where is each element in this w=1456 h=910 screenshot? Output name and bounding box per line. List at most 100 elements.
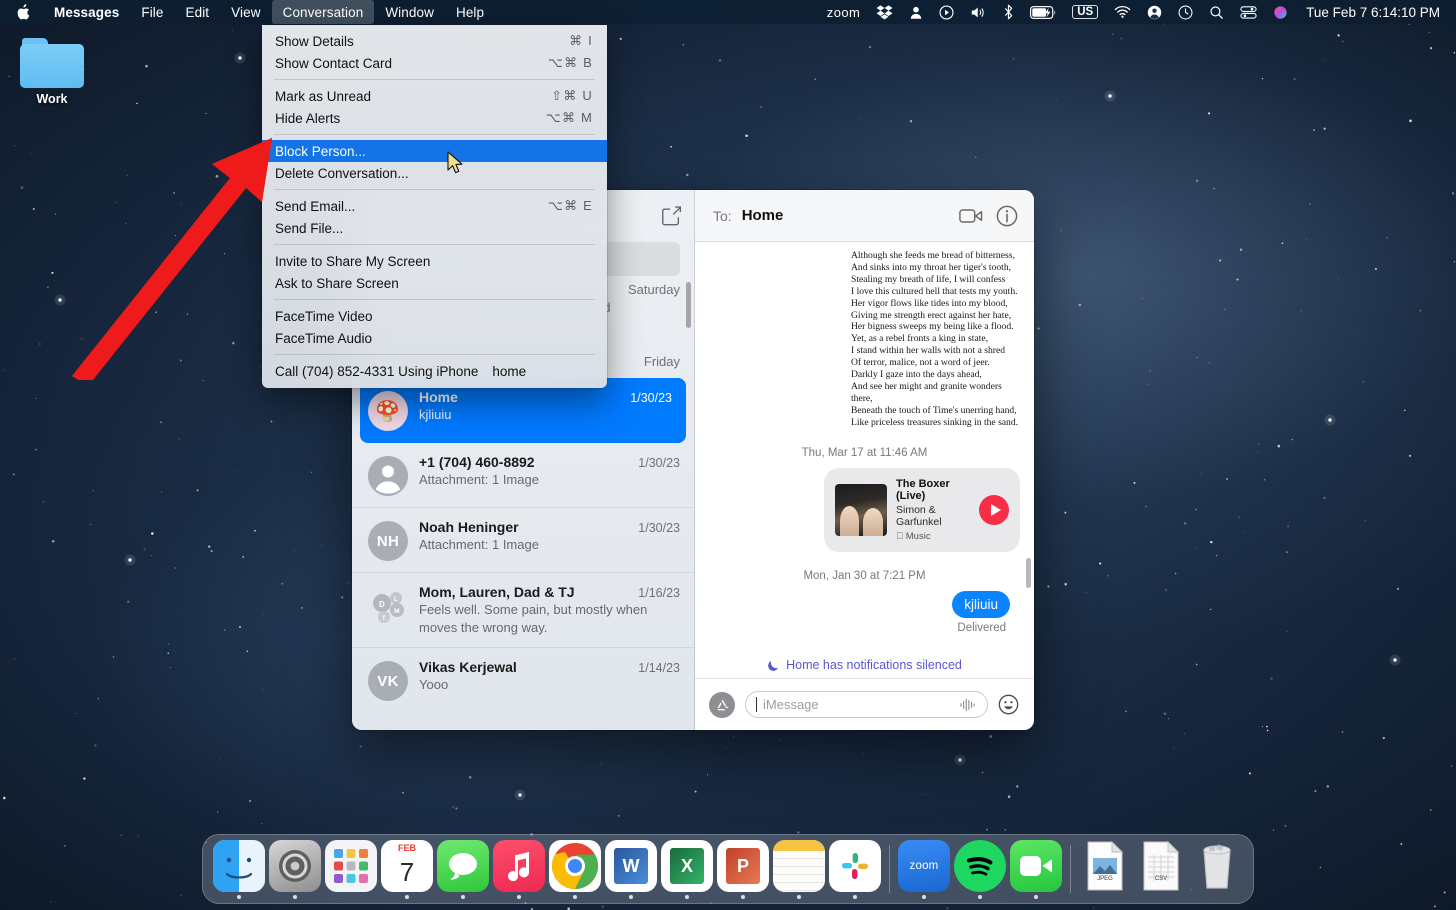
dock-item-trash[interactable] <box>1189 836 1245 902</box>
audio-waveform-icon[interactable] <box>959 698 977 712</box>
emoji-picker-button[interactable] <box>998 694 1020 716</box>
menu-item-shortcut: ⇧⌘ U <box>551 88 593 104</box>
menu-file[interactable]: File <box>130 0 174 24</box>
app-store-icon <box>715 697 730 712</box>
music-icon <box>493 840 545 892</box>
menu-window[interactable]: Window <box>374 0 445 24</box>
video-camera-icon <box>959 207 983 225</box>
compose-message-button[interactable] <box>660 205 682 227</box>
conversation-date: 1/14/23 <box>638 661 680 675</box>
menu-item-invite-to-share-my-screen[interactable]: Invite to Share My Screen <box>262 250 607 272</box>
menu-item-call-using-iphone[interactable]: Call (704) 852-4331 Using iPhone home <box>262 360 607 382</box>
conversation-row-noah-heninger[interactable]: NH Noah Heninger 1/30/23 Attachment: 1 I… <box>352 508 694 573</box>
finder-face-icon <box>213 840 265 892</box>
play-button[interactable] <box>979 495 1009 525</box>
desktop-folder-work[interactable]: Work <box>16 38 88 106</box>
menu-item-ask-to-share-screen[interactable]: Ask to Share Screen <box>262 272 607 294</box>
status-bluetooth[interactable] <box>995 0 1022 24</box>
dock-item-launchpad[interactable] <box>323 836 379 902</box>
message-thread-pane: To: Home Although she feeds me bread of … <box>695 190 1034 730</box>
poem-line: Darkly I gaze into the days ahead, <box>851 369 1020 381</box>
dock-item-csv-file[interactable]: CSV <box>1133 836 1189 902</box>
status-input-source[interactable]: US <box>1064 0 1106 24</box>
dock-item-chrome[interactable] <box>547 836 603 902</box>
gear-icon <box>277 848 313 884</box>
menu-separator <box>274 79 595 80</box>
dock-item-jpeg-file[interactable]: JPEG <box>1077 836 1133 902</box>
sent-message-row: kjliuiu <box>709 591 1020 618</box>
dock-item-music[interactable] <box>491 836 547 902</box>
menu-item-block-person[interactable]: Block Person... <box>262 140 607 162</box>
conversation-date: 1/30/23 <box>630 391 672 405</box>
imessage-input[interactable]: iMessage <box>745 691 988 718</box>
day-label: Friday <box>644 354 680 369</box>
menu-bar-app-menus: Messages File Edit View Conversation Win… <box>0 0 495 24</box>
menu-item-mark-as-unread[interactable]: Mark as Unread ⇧⌘ U <box>262 85 607 107</box>
apple-menu-icon[interactable] <box>0 0 43 24</box>
dock-item-messages[interactable] <box>435 836 491 902</box>
menu-item-label: Mark as Unread <box>275 89 551 104</box>
apple-logo-icon <box>16 4 30 20</box>
status-wifi[interactable] <box>1106 0 1139 24</box>
document-icon <box>1140 841 1182 891</box>
status-now-playing[interactable] <box>931 0 962 24</box>
details-info-button[interactable] <box>994 203 1020 229</box>
dock-item-facetime[interactable] <box>1008 836 1064 902</box>
status-control-center[interactable] <box>1232 0 1265 24</box>
menu-item-show-contact-card[interactable]: Show Contact Card ⌥⌘ B <box>262 52 607 74</box>
menu-help[interactable]: Help <box>445 0 495 24</box>
poem-line: I love this cultured hell that tests my … <box>851 286 1020 298</box>
imessage-apps-button[interactable] <box>709 692 735 718</box>
status-siri[interactable] <box>1265 0 1296 24</box>
menu-edit[interactable]: Edit <box>175 0 221 24</box>
dock-item-calendar[interactable]: FEB 7 <box>379 836 435 902</box>
conversation-row-phone[interactable]: +1 (704) 460-8892 1/30/23 Attachment: 1 … <box>352 443 694 508</box>
conversation-dropdown-menu[interactable]: Show Details ⌘ I Show Contact Card ⌥⌘ B … <box>262 25 607 388</box>
menu-view[interactable]: View <box>220 0 271 24</box>
status-volume[interactable] <box>962 0 995 24</box>
conversation-row-vikas-kerjewal[interactable]: VK Vikas Kerjewal 1/14/23 Yooo <box>352 648 694 712</box>
dock-item-powerpoint[interactable]: P <box>715 836 771 902</box>
music-artist-name: Simon & Garfunkel <box>896 504 970 528</box>
menu-item-send-email[interactable]: Send Email... ⌥⌘ E <box>262 195 607 217</box>
facetime-video-button[interactable] <box>958 203 984 229</box>
dock-item-zoom[interactable]: zoom <box>896 836 952 902</box>
menu-item-facetime-audio[interactable]: FaceTime Audio <box>262 327 607 349</box>
dock-item-notes[interactable] <box>771 836 827 902</box>
recipient-name[interactable]: Home <box>742 207 784 224</box>
sent-message-bubble[interactable]: kjliuiu <box>952 591 1010 618</box>
menu-messages[interactable]: Messages <box>43 0 130 24</box>
menu-item-show-details[interactable]: Show Details ⌘ I <box>262 30 607 52</box>
status-spotlight[interactable] <box>1201 0 1232 24</box>
thread-scroll-area[interactable]: Although she feeds me bread of bitternes… <box>695 242 1034 648</box>
status-zoom[interactable]: zoom <box>819 0 868 24</box>
dock-item-slack[interactable] <box>827 836 883 902</box>
status-dropbox[interactable] <box>868 0 901 24</box>
menu-item-hide-alerts[interactable]: Hide Alerts ⌥⌘ M <box>262 107 607 129</box>
conversation-row-family-group[interactable]: D L M T Mom, Lauren, Dad & TJ 1/16/23 Fe… <box>352 573 694 648</box>
dock-item-excel[interactable]: X <box>659 836 715 902</box>
status-user-account[interactable] <box>901 0 931 24</box>
menu-item-facetime-video[interactable]: FaceTime Video <box>262 305 607 327</box>
apple-music-message-card[interactable]: The Boxer (Live) Simon & Garfunkel  Mus… <box>824 468 1020 552</box>
thread-scrollbar[interactable] <box>1026 558 1031 588</box>
dock-item-system-preferences[interactable] <box>267 836 323 902</box>
messages-icon <box>437 840 489 892</box>
status-battery[interactable] <box>1022 0 1064 24</box>
dock-item-word[interactable]: W <box>603 836 659 902</box>
menu-item-shortcut: ⌥⌘ B <box>548 55 593 71</box>
moon-icon <box>767 659 780 672</box>
menu-item-send-file[interactable]: Send File... <box>262 217 607 239</box>
dock-item-spotify[interactable] <box>952 836 1008 902</box>
dock-item-finder[interactable] <box>211 836 267 902</box>
avatar-initials: VK <box>377 673 398 690</box>
status-time-machine[interactable] <box>1170 0 1201 24</box>
menu-conversation[interactable]: Conversation <box>272 0 375 24</box>
menu-item-delete-conversation[interactable]: Delete Conversation... <box>262 162 607 184</box>
svg-text:M: M <box>394 608 400 615</box>
status-fast-user-switch[interactable] <box>1139 0 1170 24</box>
avatar-group: D L M T <box>368 586 408 626</box>
conversation-preview: Feels well. Some pain, but mostly when m… <box>419 601 680 636</box>
sidebar-scrollbar[interactable] <box>686 282 691 328</box>
status-clock[interactable]: Tue Feb 7 6:14:10 PM <box>1296 5 1446 20</box>
